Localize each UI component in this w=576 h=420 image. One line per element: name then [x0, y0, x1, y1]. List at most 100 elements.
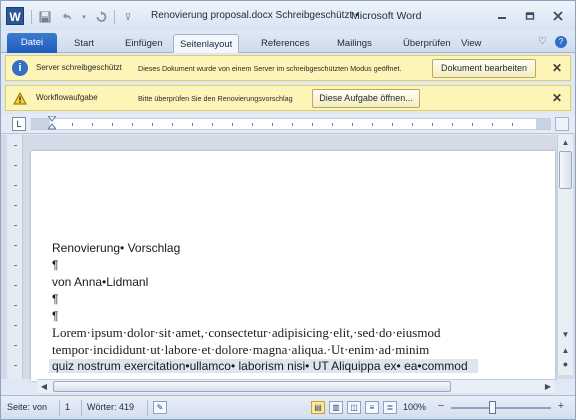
paragraph-mark[interactable]: ¶ — [52, 292, 58, 306]
tab-page-layout[interactable]: Seitenlayout — [173, 34, 240, 53]
vertical-ruler[interactable] — [7, 135, 23, 379]
word-app-icon[interactable]: W — [6, 7, 24, 25]
help-icon[interactable]: ? — [555, 36, 567, 48]
zoom-in-icon[interactable]: + — [555, 401, 567, 413]
zoom-slider[interactable] — [451, 407, 551, 409]
ruler-tick — [14, 245, 17, 246]
document-heading[interactable]: Renovierung• Vorschlag — [52, 241, 180, 255]
ruler-tick — [14, 185, 17, 186]
proofing-icon[interactable]: ✎ — [153, 401, 167, 414]
view-ruler-icon[interactable] — [555, 117, 569, 131]
ruler-tick — [14, 285, 17, 286]
edit-document-button[interactable]: Dokument bearbeiten — [432, 59, 536, 78]
redo-icon[interactable] — [92, 8, 110, 26]
qat-separator — [31, 10, 32, 24]
scroll-left-icon[interactable]: ◀ — [37, 380, 51, 393]
web-layout-icon[interactable]: ◫ — [347, 401, 361, 414]
scrollbar-thumb[interactable] — [53, 381, 451, 392]
ruler-tick — [492, 123, 493, 126]
message-bar-server-readonly: i Server schreibgeschützt Dieses Dokumen… — [5, 55, 571, 81]
ruler-tick — [132, 123, 133, 126]
ruler-tick — [14, 205, 17, 206]
scroll-down-icon[interactable]: ▼ — [558, 327, 573, 342]
word-count[interactable]: Wörter: 419 — [87, 402, 134, 412]
ruler-tick — [392, 123, 393, 126]
ruler-tick — [272, 123, 273, 126]
tab-start[interactable]: Start — [68, 34, 100, 53]
ribbon-right-icons: ♡ ? — [538, 36, 567, 48]
indent-marker-icon[interactable] — [46, 115, 58, 130]
zoom-slider-knob[interactable] — [489, 401, 496, 414]
zoom-level[interactable]: 100% — [403, 402, 426, 412]
tab-references[interactable]: References — [255, 34, 316, 53]
paragraph-mark[interactable]: ¶ — [52, 309, 58, 323]
ruler-tick — [14, 325, 17, 326]
ruler-tick — [14, 345, 17, 346]
quick-access-toolbar: ▾ ⊽ — [31, 8, 137, 26]
ruler-tick — [512, 123, 513, 126]
ruler-tick — [352, 123, 353, 126]
body-text-line[interactable]: quiz nostrum exercitation•ullamco• labor… — [49, 359, 478, 373]
page-label[interactable]: Seite: von — [7, 402, 47, 412]
close-icon[interactable]: ✕ — [552, 91, 562, 105]
document-page[interactable]: Renovierung• Vorschlag ¶ von Anna•Lidman… — [31, 151, 555, 381]
ruler-tick — [452, 123, 453, 126]
customize-icon[interactable]: ⊽ — [119, 8, 137, 26]
print-layout-icon[interactable]: ▤ — [311, 401, 325, 414]
message-bar-title: Server schreibgeschützt — [36, 63, 122, 72]
vertical-scrollbar[interactable]: ▲ ▼ ▲ ● — [557, 135, 573, 375]
paragraph-mark[interactable]: ¶ — [52, 258, 58, 272]
body-text-line[interactable]: Lorem·ipsum·dolor·sit·amet,·consectetur·… — [52, 325, 440, 341]
draft-icon[interactable]: ≣ — [383, 401, 397, 414]
document-area: Renovierung• Vorschlag ¶ von Anna•Lidman… — [1, 135, 575, 381]
ruler-tick — [14, 225, 17, 226]
horizontal-ruler[interactable] — [31, 115, 551, 130]
status-separator — [147, 400, 148, 416]
zoom-out-icon[interactable]: − — [435, 401, 447, 413]
tab-view[interactable]: View — [455, 34, 487, 53]
tab-file[interactable]: Datei — [7, 33, 57, 53]
ruler-tick — [372, 123, 373, 126]
scroll-up-icon[interactable]: ▲ — [558, 135, 573, 150]
minimize-icon[interactable] — [491, 7, 513, 25]
minimize-ribbon-icon[interactable]: ♡ — [538, 36, 547, 48]
ruler-tick — [14, 365, 17, 366]
horizontal-ruler-row: L — [1, 114, 575, 134]
scroll-right-icon[interactable]: ▶ — [541, 380, 555, 393]
tab-mailings[interactable]: Mailings — [331, 34, 378, 53]
ruler-tick — [72, 123, 73, 126]
page-number[interactable]: 1 — [65, 402, 70, 412]
status-separator — [81, 400, 82, 416]
ruler-tick — [212, 123, 213, 126]
undo-icon[interactable] — [58, 8, 76, 26]
scrollbar-thumb[interactable] — [559, 151, 572, 189]
chevron-down-icon[interactable]: ▾ — [80, 8, 88, 26]
ruler-tick — [14, 305, 17, 306]
full-screen-reading-icon[interactable]: ▥ — [329, 401, 343, 414]
tab-selector-icon[interactable]: L — [12, 117, 26, 131]
window-controls — [491, 7, 569, 25]
maximize-icon[interactable] — [519, 7, 541, 25]
select-browse-object-icon[interactable]: ● — [558, 357, 573, 372]
save-icon[interactable] — [36, 8, 54, 26]
word-window: W ▾ ⊽ Renovierung proposal.docx Schreibg… — [0, 0, 576, 420]
ribbon-tabs: Datei Start Einfügen Seitenlayout Refere… — [1, 31, 575, 53]
close-icon[interactable]: ✕ — [552, 61, 562, 75]
open-task-button[interactable]: Diese Aufgabe öffnen... — [312, 89, 420, 108]
close-icon[interactable] — [547, 7, 569, 25]
document-author-line[interactable]: von Anna•Lidmanl — [52, 275, 148, 289]
message-bar-text: Bitte überprüfen Sie den Renovierungsvor… — [138, 94, 293, 103]
outline-icon[interactable]: ≡ — [365, 401, 379, 414]
message-bar-text: Dieses Dokument wurde von einem Server i… — [138, 64, 402, 73]
body-text-line[interactable]: tempor·incididunt·ut·labore·et·dolore·ma… — [52, 342, 429, 358]
ruler-tick — [152, 123, 153, 126]
status-bar: Seite: von 1 Wörter: 419 ✎ ▤ ▥ ◫ ≡ ≣ 100… — [1, 395, 575, 419]
ruler-tick — [292, 123, 293, 126]
previous-page-icon[interactable]: ▲ — [558, 343, 573, 358]
horizontal-scrollbar[interactable]: ◀ ▶ — [37, 379, 555, 393]
tab-review[interactable]: Überprüfen — [397, 34, 457, 53]
ruler-tick — [472, 123, 473, 126]
tab-insert[interactable]: Einfügen — [119, 34, 169, 53]
ruler-margin — [536, 119, 550, 129]
ruler-tick — [192, 123, 193, 126]
